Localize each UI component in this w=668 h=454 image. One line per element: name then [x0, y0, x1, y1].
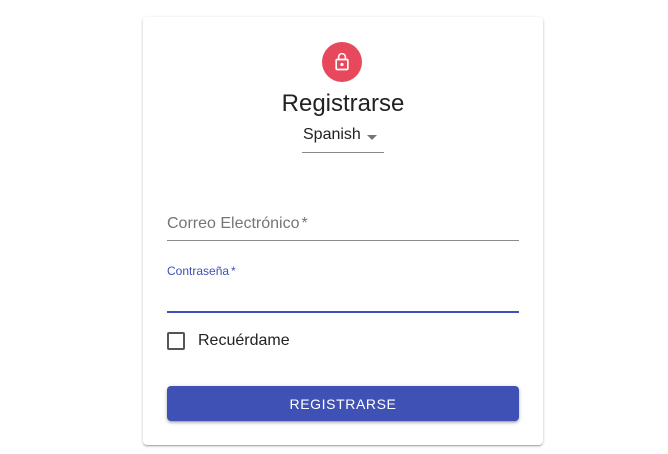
- remember-me-checkbox[interactable]: [167, 332, 185, 350]
- password-label: Contraseña *: [167, 264, 236, 278]
- lock-icon: [335, 52, 349, 71]
- page-title: Registrarse: [281, 90, 405, 117]
- email-input[interactable]: [167, 216, 519, 238]
- lock-avatar: [322, 42, 362, 82]
- password-label-text: Contraseña: [167, 264, 230, 278]
- submit-button[interactable]: REGISTRARSE: [167, 386, 519, 421]
- password-input[interactable]: [167, 287, 519, 309]
- login-card: Registrarse Spanish Correo Electrónico * …: [143, 17, 543, 445]
- chevron-down-icon: [367, 135, 377, 140]
- password-field[interactable]: Contraseña *: [167, 264, 519, 313]
- remember-me-label: Recuérdame: [198, 332, 290, 349]
- language-select[interactable]: Spanish: [302, 122, 384, 153]
- email-field[interactable]: Correo Electrónico *: [167, 207, 519, 241]
- language-select-value: Spanish: [303, 126, 361, 143]
- remember-me-control[interactable]: Recuérdame: [167, 331, 290, 351]
- password-required-mark: *: [231, 264, 236, 278]
